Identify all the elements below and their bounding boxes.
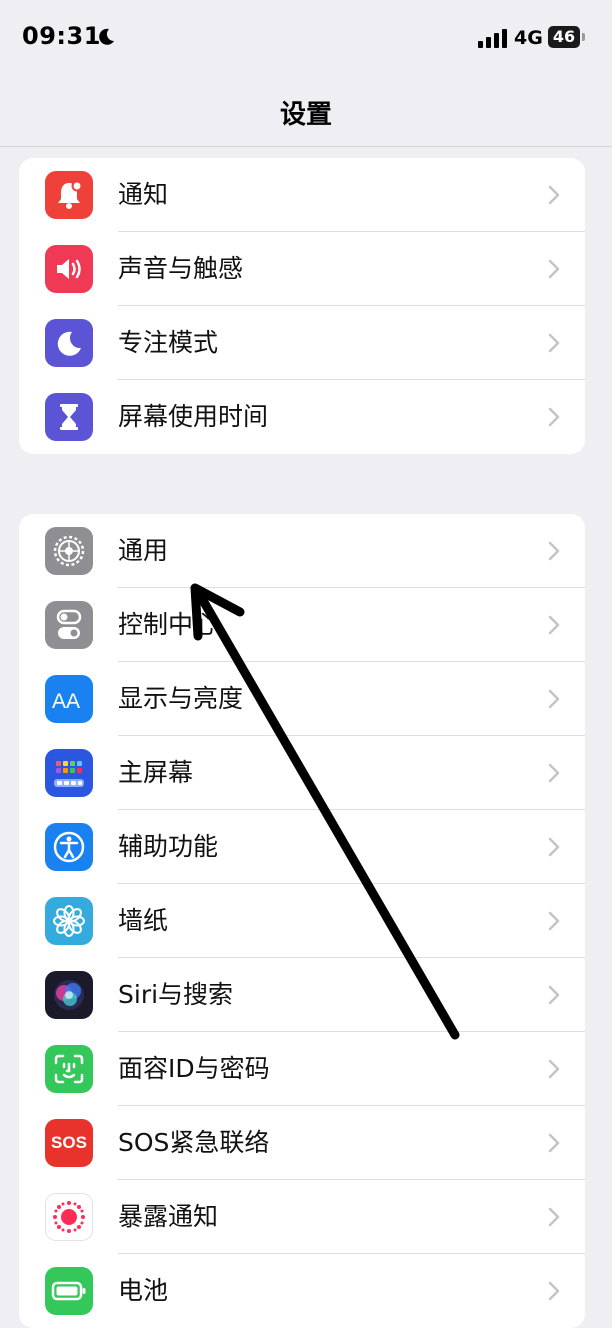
focus-moon-icon: [99, 28, 114, 45]
settings-row-emergency-sos[interactable]: SOS SOS紧急联络: [19, 1106, 585, 1180]
sos-icon: SOS: [45, 1119, 93, 1167]
settings-row-label: 墙纸: [118, 906, 169, 935]
battery-tip: [582, 33, 585, 41]
chevron-right-icon: [548, 763, 560, 783]
battery-icon: [45, 1267, 93, 1315]
settings-row-label: 通用: [118, 536, 169, 565]
chevron-right-icon: [548, 259, 560, 279]
sos-icon-text: SOS: [51, 1133, 87, 1152]
settings-row-wallpaper[interactable]: 墙纸: [19, 884, 585, 958]
settings-row-label: 辅助功能: [118, 832, 219, 861]
chevron-right-icon: [548, 1133, 560, 1153]
settings-row-label: 声音与触感: [118, 254, 244, 283]
chevron-right-icon: [548, 615, 560, 635]
chevron-right-icon: [548, 1059, 560, 1079]
speaker-icon: [45, 245, 93, 293]
settings-row-label: 显示与亮度: [118, 684, 244, 713]
settings-row-label: 控制中心: [118, 610, 219, 639]
chevron-right-icon: [548, 333, 560, 353]
settings-row-screen-time[interactable]: 屏幕使用时间: [19, 380, 585, 454]
nav-bar: 设置: [0, 76, 612, 147]
settings-row-label: 电池: [118, 1276, 169, 1305]
status-time: 09:31: [22, 22, 101, 50]
exposure-icon: [45, 1193, 93, 1241]
chevron-right-icon: [548, 1207, 560, 1227]
chevron-right-icon: [548, 407, 560, 427]
hourglass-icon: [45, 393, 93, 441]
signal-icon: [478, 29, 507, 48]
settings-row-label: SOS紧急联络: [118, 1128, 270, 1157]
settings-row-label: 主屏幕: [118, 758, 194, 787]
siri-icon: [45, 971, 93, 1019]
settings-row-label: 暴露通知: [118, 1202, 219, 1231]
chevron-right-icon: [548, 837, 560, 857]
settings-row-label: 屏幕使用时间: [118, 402, 269, 431]
settings-row-label: Siri与搜索: [118, 980, 234, 1009]
settings-row-label: 通知: [118, 180, 169, 209]
status-bar: 09:31 4G 46: [0, 0, 612, 76]
chevron-right-icon: [548, 985, 560, 1005]
battery-indicator: 46: [548, 26, 586, 48]
flower-icon: [45, 897, 93, 945]
settings-row-notifications[interactable]: 通知: [19, 158, 585, 232]
moon-icon: [45, 319, 93, 367]
face-id-icon: [45, 1045, 93, 1093]
accessibility-icon: [45, 823, 93, 871]
battery-level: 46: [548, 26, 580, 48]
settings-row-accessibility[interactable]: 辅助功能: [19, 810, 585, 884]
settings-row-exposure[interactable]: 暴露通知: [19, 1180, 585, 1254]
network-type: 4G: [514, 27, 543, 49]
toggles-icon: [45, 601, 93, 649]
svg-text:AA: AA: [52, 690, 80, 713]
settings-row-display[interactable]: AA 显示与亮度: [19, 662, 585, 736]
settings-row-siri[interactable]: Siri与搜索: [19, 958, 585, 1032]
settings-row-home-screen[interactable]: 主屏幕: [19, 736, 585, 810]
settings-row-focus[interactable]: 专注模式: [19, 306, 585, 380]
page-title: 设置: [279, 100, 332, 130]
settings-row-label: 专注模式: [118, 328, 219, 357]
text-size-icon: AA: [45, 675, 93, 723]
settings-row-control-center[interactable]: 控制中心: [19, 588, 585, 662]
chevron-right-icon: [548, 541, 560, 561]
settings-row-general[interactable]: 通用: [19, 514, 585, 588]
settings-row-label: 面容ID与密码: [118, 1054, 270, 1083]
chevron-right-icon: [548, 911, 560, 931]
settings-group-2: 通用 控制中心 AA 显示与亮度 主屏幕 辅助功能 墙纸 Siri与搜索 面容I…: [19, 514, 585, 1328]
notification-bell-icon: [45, 171, 93, 219]
chevron-right-icon: [548, 185, 560, 205]
settings-row-sounds[interactable]: 声音与触感: [19, 232, 585, 306]
chevron-right-icon: [548, 689, 560, 709]
home-grid-icon: [45, 749, 93, 797]
chevron-right-icon: [548, 1281, 560, 1301]
settings-group-1: 通知 声音与触感 专注模式 屏幕使用时间: [19, 158, 585, 454]
settings-row-battery[interactable]: 电池: [19, 1254, 585, 1328]
gear-icon: [45, 527, 93, 575]
settings-row-face-id[interactable]: 面容ID与密码: [19, 1032, 585, 1106]
